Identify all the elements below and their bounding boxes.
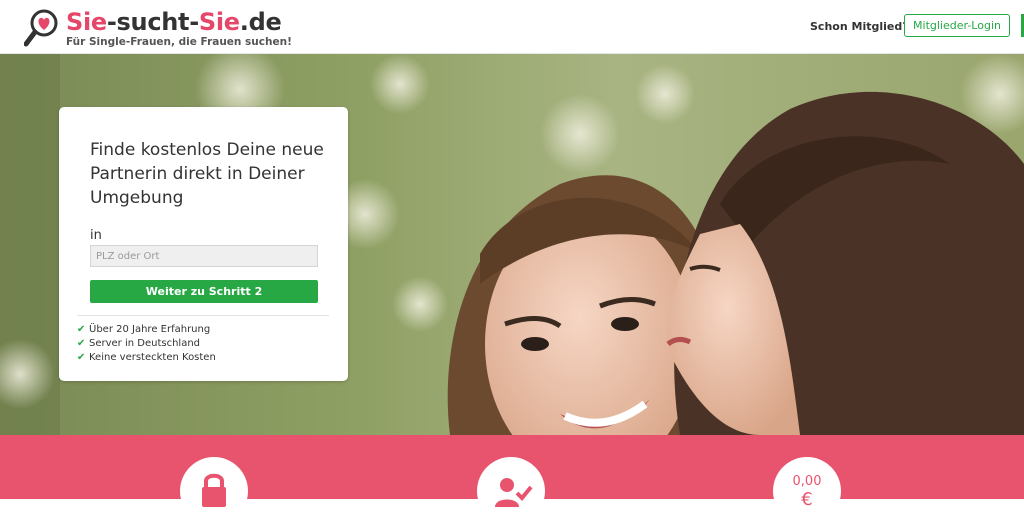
card-title: Finde kostenlos Deine neue Partnerin dir… xyxy=(90,140,324,208)
benefits-band: 0,00 € xyxy=(0,435,1024,525)
feature-item: ✔ Server in Deutschland xyxy=(77,338,201,349)
check-icon: ✔ xyxy=(77,352,86,363)
logo-title: Sie-sucht-Sie.de xyxy=(66,8,282,36)
location-label: in xyxy=(90,228,102,243)
magnifier-heart-icon xyxy=(24,9,58,47)
member-badge xyxy=(477,457,545,525)
site-logo[interactable]: Sie-sucht-Sie.de Für Single-Frauen, die … xyxy=(24,6,324,48)
euro-icon: € xyxy=(801,489,813,510)
card-divider xyxy=(77,315,329,316)
header: Sie-sucht-Sie.de Für Single-Frauen, die … xyxy=(0,0,1024,54)
search-card: Finde kostenlos Deine neue Partnerin dir… xyxy=(59,107,348,381)
price-badge: 0,00 € xyxy=(773,457,841,525)
lock-icon xyxy=(202,473,226,507)
feature-item: ✔ Über 20 Jahre Erfahrung xyxy=(77,324,211,335)
next-step-button[interactable]: Weiter zu Schritt 2 xyxy=(90,280,318,303)
security-badge xyxy=(180,457,248,525)
location-input[interactable] xyxy=(90,245,318,267)
member-question: Schon Mitglied? xyxy=(810,20,909,33)
feature-item: ✔ Keine versteckten Kosten xyxy=(77,352,216,363)
hero-photo: Finde kostenlos Deine neue Partnerin dir… xyxy=(0,54,1024,435)
feature-list: ✔ Über 20 Jahre Erfahrung ✔ Server in Deut… xyxy=(77,323,216,365)
logo-tagline: Für Single-Frauen, die Frauen suchen! xyxy=(66,36,292,48)
person-check-icon xyxy=(495,478,533,507)
price-value: 0,00 xyxy=(792,474,822,489)
check-icon: ✔ xyxy=(77,338,86,349)
check-icon: ✔ xyxy=(77,324,86,335)
login-button[interactable]: Mitglieder-Login xyxy=(904,14,1010,37)
